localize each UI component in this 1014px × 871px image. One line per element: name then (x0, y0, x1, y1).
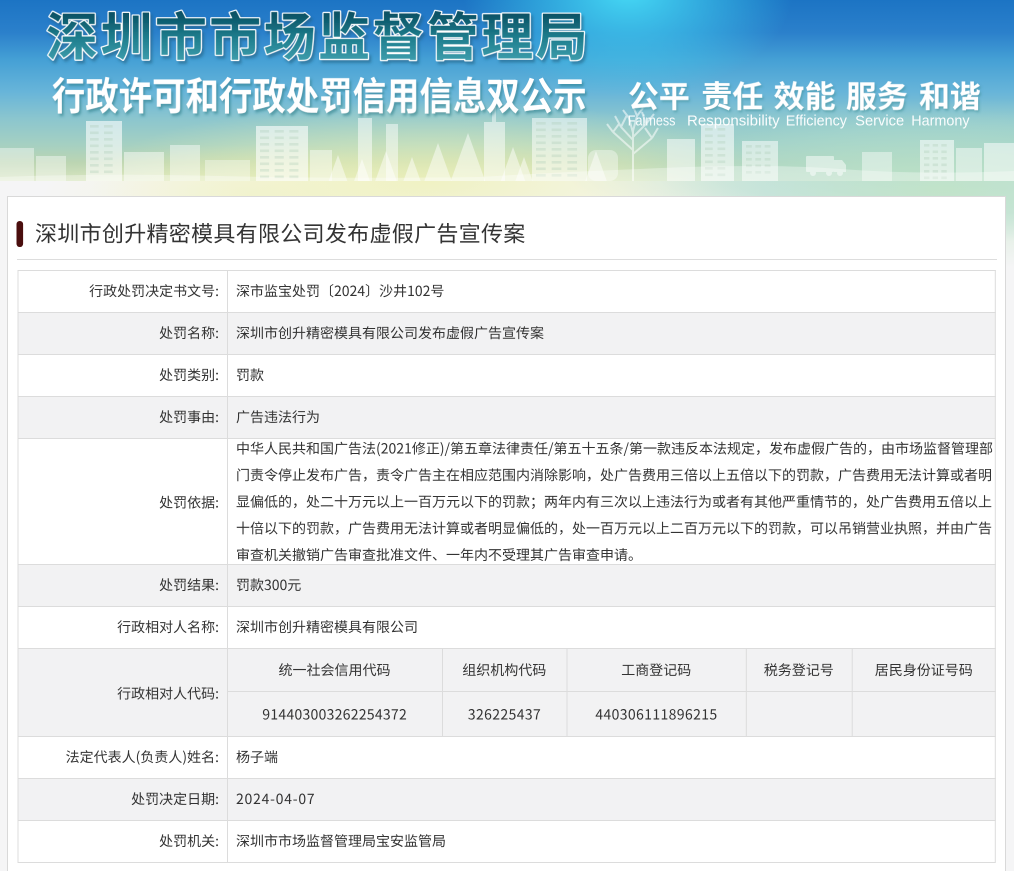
svg-text:Harmony: Harmony (911, 113, 970, 129)
svg-text:Responsibility: Responsibility (687, 113, 780, 129)
svg-text:Faimess: Faimess (628, 113, 676, 129)
svg-text:Efficiency: Efficiency (786, 113, 848, 129)
svg-text:Service: Service (855, 113, 904, 129)
